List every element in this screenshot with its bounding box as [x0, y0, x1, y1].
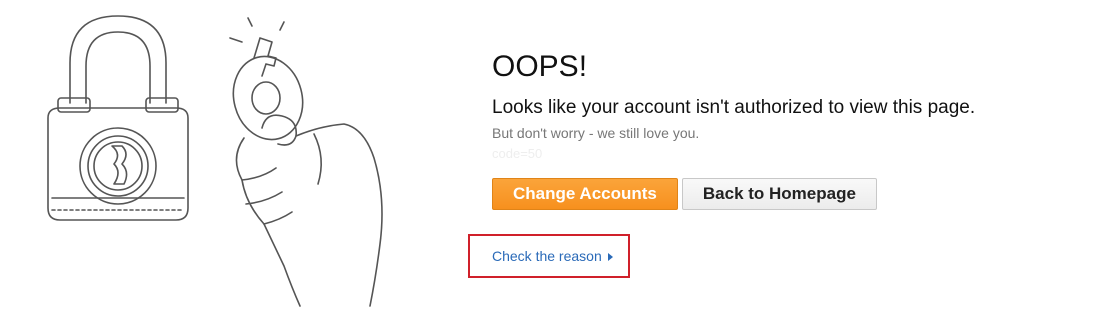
check-reason-label: Check the reason: [492, 248, 602, 264]
error-code: code=50: [492, 146, 543, 161]
action-buttons: Change Accounts Back to Homepage: [492, 178, 1092, 210]
key-in-hand-icon: [229, 17, 383, 307]
error-title: OOPS!: [492, 50, 588, 83]
change-accounts-button[interactable]: Change Accounts: [492, 178, 678, 210]
padlock-icon: [47, 15, 189, 221]
caret-right-icon: [607, 253, 613, 261]
back-to-homepage-button[interactable]: Back to Homepage: [681, 178, 877, 210]
error-headline: Looks like your account isn't authorized…: [492, 97, 976, 118]
padlock-and-key-illustration: [47, 15, 383, 307]
error-subtext: But don't worry - we still love you.: [492, 125, 700, 141]
check-reason-link[interactable]: Check the reason: [492, 248, 613, 264]
error-panel: OOPS! Looks like your account isn't auth…: [492, 48, 1092, 210]
